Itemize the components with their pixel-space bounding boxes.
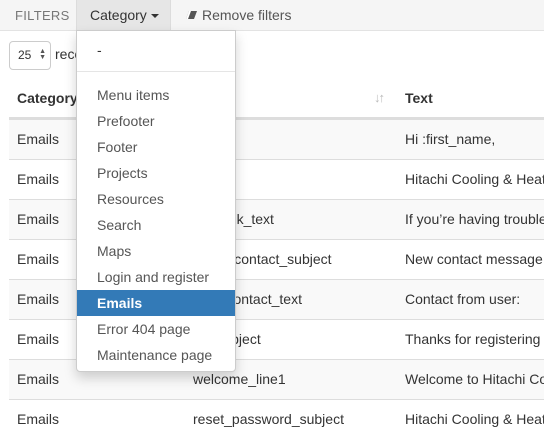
cell-category: Emails (17, 251, 60, 267)
cell-text: Welcome to Hitachi Coo (405, 371, 544, 387)
category-dropdown-menu: - Menu items Prefooter Footer Projects R… (76, 30, 236, 372)
dropdown-item[interactable]: Menu items (77, 82, 235, 108)
caret-down-icon (150, 14, 159, 19)
page-length-select[interactable]: 25 ▲ ▼ (9, 41, 51, 70)
category-filter-label: Category (90, 7, 147, 23)
cell-text: Hitachi Cooling & Heatin (405, 411, 544, 427)
cell-text: Thanks for registering w (405, 331, 544, 347)
dropdown-item[interactable]: Prefooter (77, 108, 235, 134)
dropdown-item[interactable]: Resources (77, 186, 235, 212)
cell-category: Emails (17, 371, 60, 387)
page-length-value: 25 (18, 48, 32, 62)
filters-label: FILTERS (15, 8, 70, 23)
select-arrows-icon: ▲ ▼ (39, 48, 46, 61)
eraser-icon (185, 11, 197, 19)
cell-text: Contact from user: (405, 291, 521, 307)
cell-text: If you’re having trouble (405, 211, 544, 227)
dropdown-item[interactable]: Error 404 page (77, 316, 235, 342)
sort-icon[interactable]: ↓↑ (374, 90, 385, 105)
dropdown-item[interactable]: Footer (77, 134, 235, 160)
category-filter-button[interactable]: Category (76, 0, 171, 31)
cell-text: Hi :first_name, (405, 131, 496, 147)
dropdown-item-active[interactable]: Emails (77, 290, 235, 316)
cell-category: Emails (17, 171, 60, 187)
cell-text: New contact message (405, 251, 543, 267)
cell-key: reset_password_subject (193, 411, 344, 427)
dropdown-item[interactable]: Maintenance page (77, 342, 235, 368)
cell-category: Emails (17, 411, 60, 427)
cell-category: Emails (17, 331, 60, 347)
cell-category: Emails (17, 291, 60, 307)
filter-bar: FILTERS Category Remove filters (0, 0, 544, 31)
cell-category: Emails (17, 211, 60, 227)
column-header-category[interactable]: Category (17, 90, 78, 106)
column-header-text[interactable]: Text (405, 90, 433, 106)
dropdown-empty-option[interactable]: - (97, 42, 102, 58)
remove-filters-label: Remove filters (202, 7, 292, 23)
dropdown-divider (77, 71, 235, 72)
dropdown-item[interactable]: Projects (77, 160, 235, 186)
table-row[interactable]: Emails reset_password_subject Hitachi Co… (9, 399, 544, 439)
dropdown-item[interactable]: Search (77, 212, 235, 238)
dropdown-item[interactable]: Login and register (77, 264, 235, 290)
remove-filters-button[interactable]: Remove filters (185, 0, 291, 31)
cell-text: Hitachi Cooling & Heatin (405, 171, 544, 187)
dropdown-item[interactable]: Maps (77, 238, 235, 264)
cell-key: welcome_line1 (193, 371, 286, 387)
cell-category: Emails (17, 131, 60, 147)
